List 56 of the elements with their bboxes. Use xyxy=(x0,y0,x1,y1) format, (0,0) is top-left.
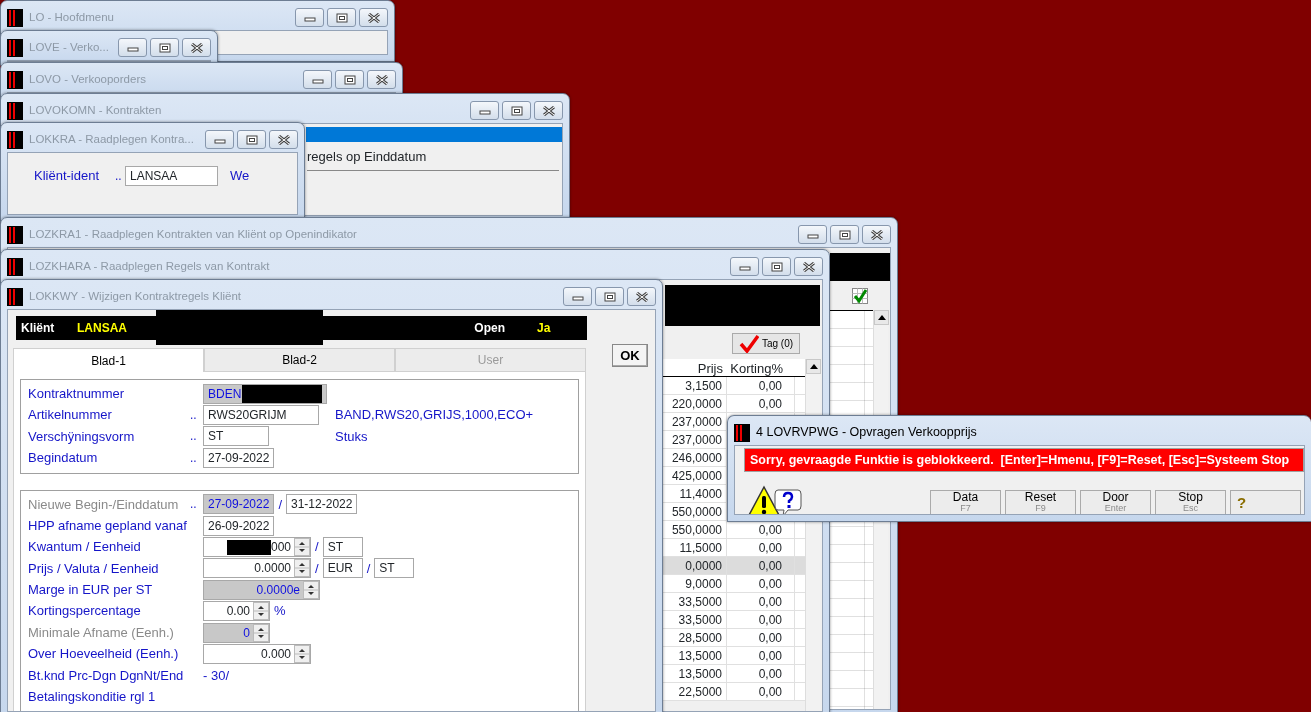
table-cell: 0,00 xyxy=(727,593,795,610)
separator: % xyxy=(274,602,286,621)
field-label: Artikelnummer xyxy=(28,406,113,425)
field-label: Marge in EUR per ST xyxy=(28,581,154,600)
field-label: We xyxy=(230,167,250,186)
separator: / xyxy=(366,559,371,578)
window-title: LO - Hoofdmenu xyxy=(29,9,114,25)
description: BAND,RWS20,GRIJS,1000,ECO+ xyxy=(335,406,534,425)
window-title: LOVE - Verko... xyxy=(29,39,109,55)
field-label: Bt.knd Prc-Dgn DgnNt/End xyxy=(28,666,185,685)
dots: .. xyxy=(190,407,198,425)
list-heading: regels op Einddatum xyxy=(307,148,427,166)
field-label: Kortingspercentage xyxy=(28,602,142,621)
column-header: Prijs xyxy=(696,360,724,376)
table-cell: 0,00 xyxy=(727,665,795,682)
table-cell: 0,00 xyxy=(727,377,795,394)
field-label: Kliënt xyxy=(21,320,56,337)
field-label: Betalingskonditie rgl 1 xyxy=(28,688,157,706)
table-cell: 0,00 xyxy=(727,575,795,592)
error-message: Sorry, gevraagde Funktie is geblokkeerd. [Enter]=Hmenu, [F9]=Reset, [Esc]=Systeem Stop xyxy=(744,448,1304,472)
separator: / xyxy=(315,538,319,557)
window-title: LOZKRA1 - Raadplegen Kontrakten van Kliënt op Openindikator xyxy=(29,226,357,242)
field-label: Minimale Afname (Eenh.) xyxy=(28,623,175,642)
field-label: Prijs / Valuta / Eenheid xyxy=(28,559,160,578)
table-cell: 0,00 xyxy=(727,611,795,628)
description: Stuks xyxy=(335,427,368,446)
table-cell: 0,00 xyxy=(727,539,795,556)
window-title: LOVO - Verkooporders xyxy=(29,71,146,87)
dots: .. xyxy=(190,428,198,446)
column-header: Korting% xyxy=(729,360,784,376)
field-value: Ja xyxy=(537,320,552,337)
table-cell: 0,00 xyxy=(727,647,795,664)
field-label: Verschÿningsvorm xyxy=(28,427,136,446)
table-cell: 0,00 xyxy=(727,557,795,574)
table-cell: 0,00 xyxy=(727,629,795,646)
field-label: Nieuwe Begin-/Einddatum xyxy=(28,495,180,514)
window-title: LOVOKOMN - Kontrakten xyxy=(29,102,162,118)
dots: .. xyxy=(115,168,123,185)
field-label: Open xyxy=(474,320,505,337)
dots: .. xyxy=(190,496,198,514)
table-cell: 0,00 xyxy=(727,395,795,412)
separator: / xyxy=(278,495,282,514)
window-title: LOKKWY - Wijzigen Kontraktregels Kliënt xyxy=(29,288,241,304)
table-cell: 0,00 xyxy=(727,683,795,700)
field-label: Begindatum xyxy=(28,449,99,468)
separator: / xyxy=(315,559,319,578)
window-title: LOZKHARA - Raadplegen Regels van Kontrakt xyxy=(29,258,270,274)
field-label: HPP afname gepland vanaf xyxy=(28,516,188,535)
field-label: Kliënt-ident xyxy=(34,167,101,186)
field-value: LANSAA xyxy=(77,320,127,337)
dots: .. xyxy=(190,449,198,467)
window-title: LOKKRA - Raadplegen Kontra... xyxy=(29,131,194,147)
field-label: Over Hoeveelheid (Eenh.) xyxy=(28,645,180,664)
field-label: Kwantum / Eenheid xyxy=(28,538,142,557)
field-value: - 30/ xyxy=(203,666,229,685)
field-label: Kontraktnummer xyxy=(28,384,126,403)
